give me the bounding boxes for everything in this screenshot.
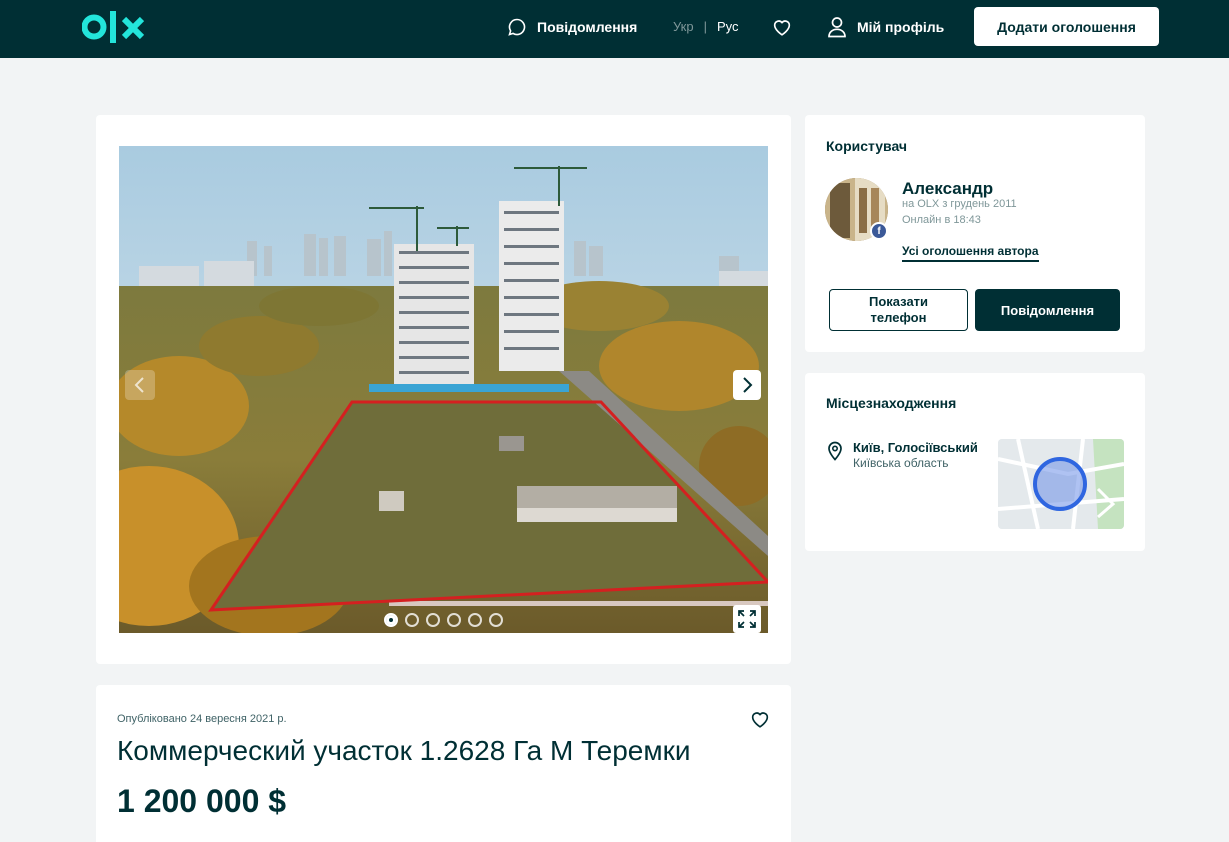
seller-online-status: Онлайн в 18:43 (902, 214, 981, 226)
ad-title: Коммерческий участок 1.2628 Га М Теремки (117, 735, 691, 766)
user-icon (828, 17, 846, 38)
location-section-title: Місцезнаходження (826, 395, 957, 411)
location-region: Київська область (853, 456, 949, 470)
message-seller-button[interactable]: Повідомлення (975, 289, 1120, 331)
location-card: Місцезнаходження Київ, Голосіївський Киї… (805, 373, 1145, 551)
profile-label: Мій профіль (857, 19, 945, 35)
photo-dot-4[interactable] (447, 613, 461, 627)
top-header: Повідомлення Укр | Рус Мій профіль Додат… (0, 0, 1229, 58)
language-switcher: Укр | Рус (673, 19, 739, 34)
listing-photo[interactable] (119, 146, 768, 633)
land-plot-photo (119, 146, 768, 633)
location-pin-icon (828, 441, 842, 461)
seller-since: на OLX з грудень 2011 (902, 198, 1017, 210)
fullscreen-button[interactable] (733, 605, 761, 633)
photo-dot-5[interactable] (468, 613, 482, 627)
photo-pagination (384, 613, 503, 627)
chevron-right-icon (743, 377, 753, 393)
location-map[interactable] (998, 439, 1124, 529)
chevron-left-icon (134, 377, 144, 393)
lang-separator: | (703, 19, 707, 34)
messages-link[interactable]: Повідомлення (507, 17, 637, 37)
seller-section-title: Користувач (826, 138, 908, 154)
messages-label: Повідомлення (537, 19, 638, 35)
show-phone-button[interactable]: Показати телефон (829, 289, 968, 331)
olx-logo[interactable] (82, 10, 146, 44)
photo-dot-2[interactable] (405, 613, 419, 627)
all-seller-ads-link[interactable]: Усі оголошення автора (902, 244, 1039, 262)
ad-details-card: Опубліковано 24 вересня 2021 р. Коммерче… (96, 685, 791, 842)
expand-icon (738, 610, 756, 628)
lang-ukr[interactable]: Укр (673, 19, 694, 34)
facebook-icon: f (870, 222, 888, 240)
ad-price: 1 200 000 $ (117, 783, 287, 819)
photo-dot-3[interactable] (426, 613, 440, 627)
heart-icon[interactable] (749, 708, 771, 730)
previous-photo-button[interactable] (125, 370, 155, 400)
add-listing-button[interactable]: Додати оголошення (974, 7, 1159, 46)
heart-icon[interactable] (771, 16, 793, 38)
published-date: Опубліковано 24 вересня 2021 р. (117, 713, 287, 725)
seller-card: Користувач f Александр на OLX з грудень … (805, 115, 1145, 352)
photo-dot-6[interactable] (489, 613, 503, 627)
map-thumbnail (998, 439, 1124, 529)
gallery-card (96, 115, 791, 664)
seller-name: Александр (902, 179, 994, 198)
photo-dot-1[interactable] (384, 613, 398, 627)
next-photo-button[interactable] (733, 370, 761, 400)
location-city: Київ, Голосіївський (853, 440, 978, 455)
profile-link[interactable]: Мій профіль (827, 16, 944, 38)
chat-icon (508, 18, 526, 36)
lang-rus[interactable]: Рус (717, 19, 739, 34)
